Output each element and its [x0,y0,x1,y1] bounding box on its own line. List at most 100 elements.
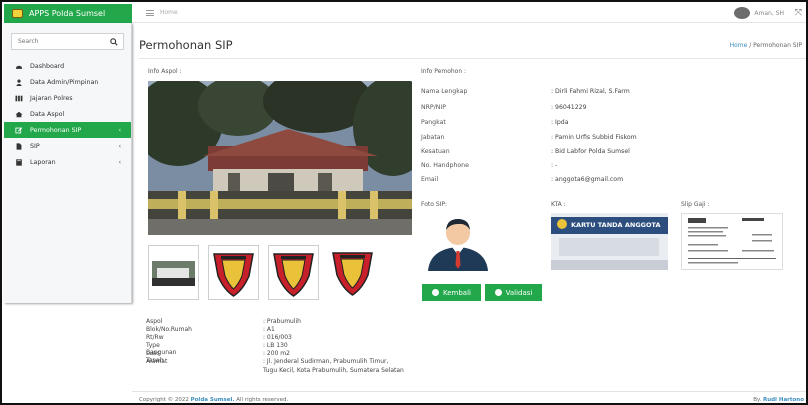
menu-toggle-icon[interactable] [146,10,154,16]
sidebar-item-label: SIP [30,142,40,150]
user-icon [16,78,22,86]
detail-key: Blok/No.Rumah [146,326,192,333]
info-value: : 96041229 [551,104,587,111]
page-title: Permohonan SIP [139,38,233,52]
arrow-left-circle-icon [432,289,439,296]
thumbnail-police-emblem[interactable] [328,245,379,300]
thumbnail-police-emblem[interactable] [268,245,319,300]
user-menu[interactable]: Aman, SH [734,7,784,19]
detail-value: : 200 m2 [263,350,290,357]
copyright-suffix: All rights reserved. [236,397,289,403]
sidebar: Dashboard Data Admin/Pimpinan Jajaran Po… [4,23,132,303]
sidebar-item-jajaran-polres[interactable]: Jajaran Polres [4,90,131,106]
edit-icon [15,126,23,133]
book-icon [16,158,22,166]
detail-value: : Prabumulih [263,318,301,325]
brand-title: APPS Polda Sumsel [29,9,106,18]
detail-key: Alamat [146,358,168,365]
sidebar-item-data-aspol[interactable]: Data Aspol [4,106,131,122]
columns-icon [15,95,23,101]
user-name: Aman, SH [754,9,784,17]
sidebar-item-data-admin[interactable]: Data Admin/Pimpinan [4,74,131,90]
sidebar-search [11,33,124,50]
info-row: Kesatuan: Bid Labfor Polda Sumsel [421,148,801,162]
info-key: Kesatuan [421,148,450,155]
copyright-org-link[interactable]: Polda Sumsel. [191,397,235,403]
validasi-button[interactable]: Validasi [485,284,542,301]
foto-sip-label: Foto SIP: [421,201,448,208]
detail-value: : Jl. Jenderal Sudirman, Prabumulih Timu… [263,358,389,365]
author-prefix: By. [753,397,762,403]
detail-key: Aspol [146,318,163,325]
info-row: Email: anggota6@gmail.com [421,176,801,190]
copyright-prefix: Copyright © 2022 [139,397,189,403]
info-row: Jabatan : Pamin Urfis Subbid Fiskom [421,134,801,148]
breadcrumb: Home / Permohonan SIP [730,42,802,49]
author-credit: By. Rudi Hartono [753,397,804,403]
kta-label: KTA : [551,201,566,208]
chevron-left-icon: ‹ [118,126,121,134]
copyright-text: Copyright © 2022 Polda Sumsel. All right… [139,397,288,403]
info-value: : Ipda [551,119,569,126]
info-key: Pangkat [421,119,446,126]
chevron-left-icon: ‹ [118,142,121,150]
dashboard-icon [15,65,23,69]
detail-key: Rt/Rw [146,334,164,341]
breadcrumb-separator: / [749,42,752,49]
kembali-label: Kembali [443,288,471,297]
chevron-left-icon: ‹ [118,158,121,166]
info-key: Nama Lengkap [421,88,468,95]
detail-value: Tugu Kecil, Kota Prabumulih, Sumatera Se… [263,367,404,374]
detail-value: : LB 130 [263,342,288,349]
info-aspol-label: Info Aspol : [148,68,182,75]
top-navbar: Home Aman, SH ⤧ [132,4,806,23]
home-icon [15,111,23,117]
avatar [734,7,751,19]
breadcrumb-current: Permohonan SIP [753,42,802,49]
author-name: Rudi Hartono [762,397,804,403]
thumbnail-house[interactable] [148,245,199,300]
sidebar-item-laporan[interactable]: Laporan ‹ [4,154,131,170]
search-icon [110,37,118,46]
info-pemohon-label: Info Pemohon : [421,68,467,75]
kta-card-image[interactable]: KARTU TANDA ANGGOTA [551,213,668,270]
sidebar-item-permohonan-sip[interactable]: Permohonan SIP ‹ [4,122,131,138]
info-key: Email [421,176,439,183]
slip-gaji-image[interactable] [681,213,783,270]
breadcrumb-home[interactable]: Home [730,42,748,49]
thumbnail-police-emblem[interactable] [208,245,259,300]
fullscreen-icon[interactable]: ⤧ [795,8,802,18]
info-value: : Pamin Urfis Subbid Fiskom [551,134,637,141]
info-value: : - [551,162,558,169]
sidebar-item-label: Data Admin/Pimpinan [30,78,99,86]
detail-value: : 016/003 [263,334,292,341]
info-row: Nama Lengkap : Dirli Fahmi Rizal, S.Farm [421,88,801,102]
sidebar-item-sip[interactable]: SIP ‹ [4,138,131,154]
slip-gaji-label: Slip Gaji : [681,201,710,208]
validasi-label: Validasi [505,288,533,297]
sidebar-item-label: Data Aspol [30,110,65,118]
info-key: No. Handphone [421,162,469,169]
search-input[interactable] [12,34,105,49]
info-key: NRP/NIP [421,104,446,111]
top-home-link[interactable]: Home [160,9,178,16]
search-button[interactable] [105,34,123,49]
info-row: Pangkat : Ipda [421,119,801,133]
info-row: NRP/NIP : 96041229 [421,104,801,118]
detail-value: : A1 [263,326,275,333]
sidebar-item-label: Laporan [30,158,56,166]
kembali-button[interactable]: Kembali [422,284,481,301]
foto-sip-image[interactable] [422,213,494,271]
info-value: : Dirli Fahmi Rizal, S.Farm [551,88,630,95]
sidebar-item-label: Permohonan SIP [30,126,82,134]
kta-emblem-icon [557,219,567,229]
check-circle-icon [494,289,502,296]
app-frame: APPS Polda Sumsel Dashboard Data Admin/P… [0,0,808,405]
police-badge-icon [12,9,23,18]
footer: Copyright © 2022 Polda Sumsel. All right… [132,391,806,403]
file-icon [16,142,22,150]
sidebar-item-dashboard[interactable]: Dashboard [4,58,131,74]
sidebar-item-label: Jajaran Polres [30,94,73,102]
brand-logo[interactable]: APPS Polda Sumsel [4,4,132,23]
info-key: Jabatan [421,134,445,141]
